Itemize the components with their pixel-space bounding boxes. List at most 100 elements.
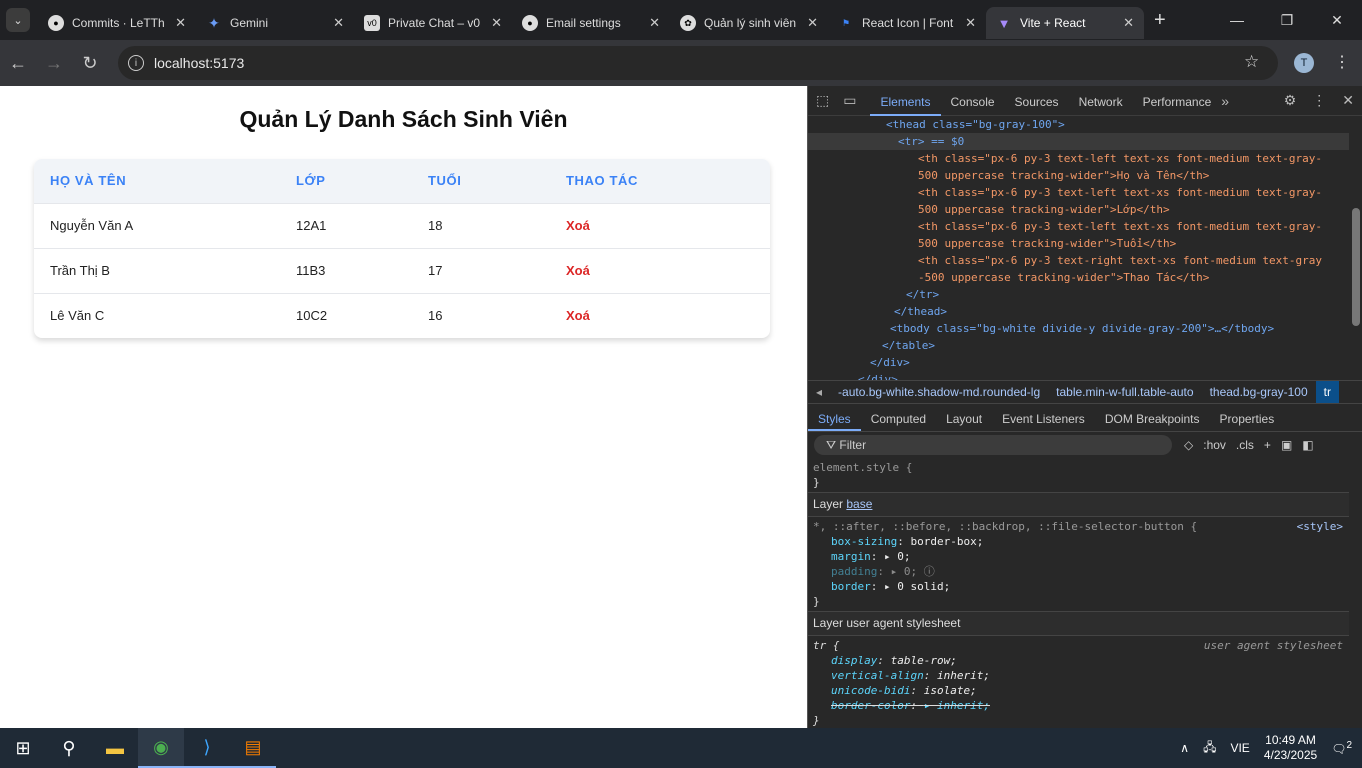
bookmark-star-icon[interactable]: ☆ bbox=[1244, 52, 1259, 72]
style-property[interactable]: padding: ▸ 0; ⓘ bbox=[813, 564, 1344, 579]
profile-avatar[interactable]: T bbox=[1294, 53, 1314, 73]
rule-selector[interactable]: *, ::after, ::before, ::backdrop, ::file… bbox=[813, 519, 1344, 534]
browser-tab[interactable]: ✿ Quản lý sinh viên ✕ bbox=[670, 7, 828, 39]
browser-tab[interactable]: ⚑ React Icon | Font ✕ bbox=[828, 7, 986, 39]
more-tabs-icon[interactable]: » bbox=[1221, 93, 1229, 109]
language-indicator[interactable]: VIE bbox=[1230, 741, 1249, 755]
dom-node[interactable]: <tbody class="bg-white divide-y divide-g… bbox=[808, 320, 1349, 337]
close-devtools-icon[interactable]: ✕ bbox=[1342, 92, 1354, 109]
new-rule-icon[interactable]: + bbox=[1264, 438, 1271, 452]
dom-node[interactable]: </thead> bbox=[808, 303, 1349, 320]
dom-node[interactable]: 500 uppercase tracking-wider">Tuổi</th> bbox=[808, 235, 1349, 252]
dom-node-selected[interactable]: <tr> == $0 bbox=[808, 133, 1349, 150]
subtab-styles[interactable]: Styles bbox=[808, 406, 861, 431]
dom-tree[interactable]: <thead class="bg-gray-100"> <tr> == $0 <… bbox=[808, 116, 1349, 380]
close-tab-icon[interactable]: ✕ bbox=[1123, 15, 1134, 31]
devtools-tab-network[interactable]: Network bbox=[1069, 86, 1133, 116]
subtab-layout[interactable]: Layout bbox=[936, 406, 992, 431]
subtab-computed[interactable]: Computed bbox=[861, 406, 936, 431]
site-info-icon[interactable]: i bbox=[128, 55, 144, 71]
devtools-tab-console[interactable]: Console bbox=[941, 86, 1005, 116]
close-window-icon[interactable]: ✕ bbox=[1312, 0, 1362, 40]
cls-button[interactable]: .cls bbox=[1236, 438, 1254, 452]
layers-icon[interactable]: ◇ bbox=[1184, 438, 1193, 452]
subtab-event-listeners[interactable]: Event Listeners bbox=[992, 406, 1095, 431]
dom-node[interactable]: <thead class="bg-gray-100"> bbox=[808, 116, 1349, 133]
browser-tab[interactable]: ✦ Gemini ✕ bbox=[196, 7, 354, 39]
subtab-dom-breakpoints[interactable]: DOM Breakpoints bbox=[1095, 406, 1210, 431]
hov-button[interactable]: :hov bbox=[1203, 438, 1226, 452]
devtools-tab-sources[interactable]: Sources bbox=[1005, 86, 1069, 116]
settings-gear-icon[interactable]: ⚙ bbox=[1284, 92, 1297, 109]
browser-tab[interactable]: ● Email settings ✕ bbox=[512, 7, 670, 39]
dom-node[interactable]: 500 uppercase tracking-wider">Họ và Tên<… bbox=[808, 167, 1349, 184]
paint-icon[interactable]: ▣ bbox=[1281, 438, 1292, 452]
notifications-icon[interactable]: 🗨2 bbox=[1331, 740, 1352, 756]
delete-button[interactable]: Xoá bbox=[550, 247, 770, 293]
inspect-element-icon[interactable]: ⬚ bbox=[816, 92, 829, 109]
network-icon[interactable]: 🖧 bbox=[1203, 738, 1216, 759]
dom-node[interactable]: </div> bbox=[808, 371, 1349, 380]
search-icon[interactable]: ⚲ bbox=[46, 728, 92, 768]
breadcrumb-item[interactable]: table.min-w-full.table-auto bbox=[1048, 385, 1201, 399]
close-tab-icon[interactable]: ✕ bbox=[807, 15, 818, 31]
url-input[interactable]: i localhost:5173 bbox=[118, 46, 1278, 80]
style-property[interactable]: display: table-row; bbox=[813, 653, 1344, 668]
minimize-icon[interactable]: — bbox=[1212, 0, 1262, 40]
delete-button[interactable]: Xoá bbox=[550, 202, 770, 248]
windows-start-icon[interactable]: ⊞ bbox=[0, 728, 46, 768]
breadcrumb-item[interactable]: -auto.bg-white.shadow-md.rounded-lg bbox=[830, 385, 1048, 399]
breadcrumb-item-current[interactable]: tr bbox=[1315, 381, 1339, 403]
devtools-tab-elements[interactable]: Elements bbox=[870, 86, 941, 116]
delete-button[interactable]: Xoá bbox=[550, 292, 770, 338]
breadcrumb-item[interactable]: thead.bg-gray-100 bbox=[1202, 385, 1316, 399]
chrome-icon[interactable]: ◉ bbox=[138, 728, 184, 768]
devtools-tab-performance[interactable]: Performance bbox=[1133, 86, 1222, 116]
toggle-sidebar-icon[interactable]: ◧ bbox=[1302, 438, 1313, 452]
rule-source-link[interactable]: <style> bbox=[1297, 519, 1343, 534]
rule-selector[interactable]: element.style { bbox=[813, 460, 1344, 475]
browser-tab-active[interactable]: ▼ Vite + React ✕ bbox=[986, 7, 1144, 39]
dom-node[interactable]: <th class="px-6 py-3 text-right text-xs … bbox=[808, 252, 1349, 269]
close-tab-icon[interactable]: ✕ bbox=[649, 15, 660, 31]
styles-filter-input[interactable]: ⛛ Filter bbox=[814, 435, 1172, 455]
dom-node[interactable]: <th class="px-6 py-3 text-left text-xs f… bbox=[808, 150, 1349, 167]
layer-link[interactable]: base bbox=[846, 497, 872, 511]
browser-tab[interactable]: v0 Private Chat – v0 ✕ bbox=[354, 7, 512, 39]
browser-menu-icon[interactable]: ⋮ bbox=[1334, 52, 1350, 72]
clock[interactable]: 10:49 AM 4/23/2025 bbox=[1264, 733, 1317, 763]
browser-tab[interactable]: ● Commits · LeTTh ✕ bbox=[38, 7, 196, 39]
dom-node[interactable]: </div> bbox=[808, 354, 1349, 371]
style-property-overridden[interactable]: border-color: ▸ inherit; bbox=[813, 698, 1344, 713]
style-property[interactable]: margin: ▸ 0; bbox=[813, 549, 1344, 564]
pdf-reader-icon[interactable]: ▤ bbox=[230, 728, 276, 768]
back-icon[interactable]: ← bbox=[0, 53, 36, 74]
new-tab-button[interactable]: + bbox=[1154, 9, 1166, 32]
close-tab-icon[interactable]: ✕ bbox=[175, 15, 186, 31]
dom-scrollbar[interactable] bbox=[1352, 208, 1360, 326]
restore-icon[interactable]: ❐ bbox=[1262, 0, 1312, 40]
dom-node[interactable]: <th class="px-6 py-3 text-left text-xs f… bbox=[808, 218, 1349, 235]
forward-icon[interactable]: → bbox=[36, 53, 72, 74]
style-property[interactable]: box-sizing: border-box; bbox=[813, 534, 1344, 549]
breadcrumb-scroll-left-icon[interactable]: ◂ bbox=[808, 385, 830, 399]
close-tab-icon[interactable]: ✕ bbox=[965, 15, 976, 31]
dom-node[interactable]: </table> bbox=[808, 337, 1349, 354]
dom-node[interactable]: 500 uppercase tracking-wider">Lớp</th> bbox=[808, 201, 1349, 218]
reload-icon[interactable]: ↻ bbox=[72, 53, 108, 74]
vscode-icon[interactable]: ⟩ bbox=[184, 728, 230, 768]
style-property[interactable]: border: ▸ 0 solid; bbox=[813, 579, 1344, 594]
close-tab-icon[interactable]: ✕ bbox=[333, 15, 344, 31]
subtab-properties[interactable]: Properties bbox=[1210, 406, 1285, 431]
device-toolbar-icon[interactable]: ▭ bbox=[843, 92, 856, 109]
tab-search-button[interactable]: ⌄ bbox=[6, 8, 30, 32]
file-explorer-icon[interactable]: ▬ bbox=[92, 728, 138, 768]
close-tab-icon[interactable]: ✕ bbox=[491, 15, 502, 31]
dom-node[interactable]: </tr> bbox=[808, 286, 1349, 303]
dom-node[interactable]: -500 uppercase tracking-wider">Thao Tác<… bbox=[808, 269, 1349, 286]
style-property[interactable]: vertical-align: inherit; bbox=[813, 668, 1344, 683]
show-hidden-icons[interactable]: ∧ bbox=[1180, 741, 1189, 755]
devtools-menu-icon[interactable]: ⋮ bbox=[1312, 92, 1326, 109]
dom-node[interactable]: <th class="px-6 py-3 text-left text-xs f… bbox=[808, 184, 1349, 201]
style-property[interactable]: unicode-bidi: isolate; bbox=[813, 683, 1344, 698]
